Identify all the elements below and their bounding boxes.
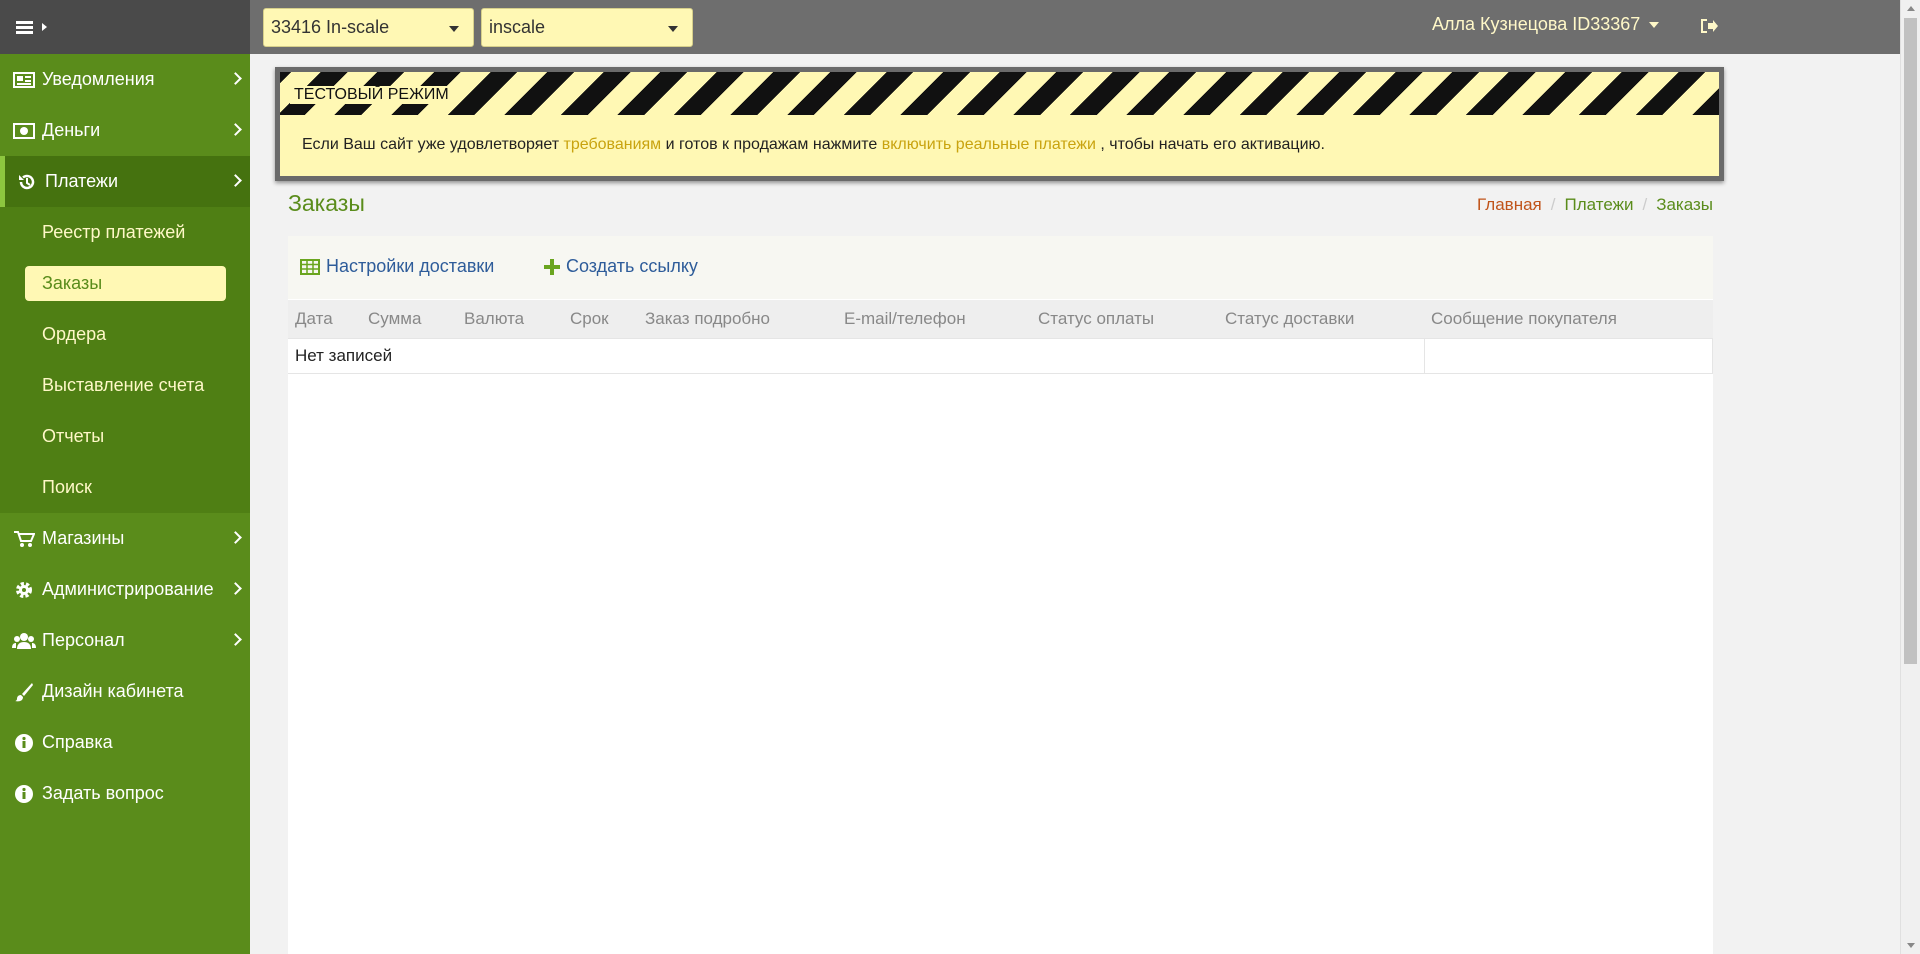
history-icon	[15, 172, 39, 192]
plus-icon	[544, 258, 560, 275]
chevron-right-icon	[229, 531, 242, 544]
sidebar-item-label: Магазины	[42, 528, 125, 548]
cart-icon	[12, 529, 36, 549]
sidebar-item-help[interactable]: Справка	[0, 717, 250, 768]
sidebar: Уведомления Деньги Платежи Реестр платеж…	[0, 54, 250, 954]
banner-text: , чтобы начать его активацию.	[1095, 136, 1325, 153]
breadcrumb-separator: /	[1550, 195, 1556, 214]
submenu-item-search[interactable]: Поиск	[0, 462, 250, 513]
column-header-amount[interactable]: Сумма	[361, 300, 457, 338]
info-icon	[12, 784, 36, 804]
column-header-date[interactable]: Дата	[288, 300, 361, 338]
test-mode-banner: ТЕСТОВЫЙ РЕЖИМ Если Ваш сайт уже удовлет…	[275, 67, 1724, 181]
breadcrumb: Главная / Платежи / Заказы	[1477, 195, 1713, 215]
delivery-settings-button[interactable]: Настройки доставки	[300, 256, 494, 277]
create-link-button[interactable]: Создать ссылку	[544, 256, 698, 277]
chevron-right-icon	[229, 72, 242, 85]
submenu-item-invoicing[interactable]: Выставление счета	[0, 360, 250, 411]
brush-icon	[12, 682, 36, 702]
payments-submenu: Реестр платежей Заказы Ордера Выставлени…	[0, 207, 250, 513]
chevron-right-icon	[229, 633, 242, 646]
scroll-up-icon[interactable]	[1907, 6, 1915, 11]
chevron-right-icon	[229, 123, 242, 136]
chevron-down-icon	[449, 26, 459, 32]
requirements-link[interactable]: требованиям	[564, 136, 662, 153]
logout-icon[interactable]	[1700, 18, 1718, 34]
create-link-label: Создать ссылку	[566, 256, 698, 276]
sidebar-item-money[interactable]: Деньги	[0, 105, 250, 156]
sidebar-item-label: Платежи	[45, 171, 119, 191]
scrollbar-thumb[interactable]	[1904, 18, 1917, 664]
submenu-item-warrants[interactable]: Ордера	[0, 309, 250, 360]
table-header-row: Дата Сумма Валюта Срок Заказ подробно E-…	[288, 300, 1713, 338]
sidebar-item-notifications[interactable]: Уведомления	[0, 54, 250, 105]
scroll-down-icon[interactable]	[1907, 943, 1915, 948]
submenu-item-reports[interactable]: Отчеты	[0, 411, 250, 462]
money-icon	[12, 121, 36, 141]
column-header-order-details[interactable]: Заказ подробно	[638, 300, 837, 338]
chevron-right-icon	[229, 174, 242, 187]
sidebar-item-payments[interactable]: Платежи	[0, 156, 250, 207]
chevron-down-icon	[668, 26, 678, 32]
column-header-currency[interactable]: Валюта	[457, 300, 563, 338]
sidebar-item-staff[interactable]: Персонал	[0, 615, 250, 666]
hamburger-icon	[16, 20, 33, 34]
empty-table-message: Нет записей	[288, 337, 1424, 374]
table-row: Нет записей	[288, 337, 1713, 374]
page-title: Заказы	[288, 190, 365, 216]
column-header-term[interactable]: Срок	[563, 300, 638, 338]
sidebar-item-label: Задать вопрос	[42, 783, 164, 803]
sidebar-item-label: Администрирование	[42, 579, 214, 599]
submenu-item-orders[interactable]: Заказы	[25, 266, 226, 301]
shop-select-value: inscale	[489, 17, 546, 37]
menu-toggle-button[interactable]	[0, 0, 250, 54]
breadcrumb-separator: /	[1642, 195, 1648, 214]
test-mode-label: ТЕСТОВЫЙ РЕЖИМ	[290, 86, 453, 104]
shop-select[interactable]: inscale	[481, 8, 693, 47]
table-icon	[300, 258, 320, 275]
enable-real-payments-link[interactable]: включить реальные платежи	[882, 136, 1096, 153]
toolbar: Настройки доставки Создать ссылку	[288, 236, 1713, 299]
sidebar-item-label: Персонал	[42, 630, 125, 650]
table-cell	[1423, 337, 1713, 374]
sidebar-item-label: Дизайн кабинета	[42, 681, 184, 701]
chevron-right-icon	[229, 582, 242, 595]
user-name: Алла Кузнецова ID33367	[1432, 14, 1641, 34]
sidebar-item-label: Справка	[42, 732, 113, 752]
delivery-settings-label: Настройки доставки	[326, 256, 495, 276]
company-select-value: 33416 In-scale	[271, 17, 390, 37]
column-header-delivery-status[interactable]: Статус доставки	[1218, 300, 1424, 338]
company-select[interactable]: 33416 In-scale	[263, 8, 474, 47]
newspaper-icon	[12, 70, 36, 90]
orders-panel: Настройки доставки Создать ссылку Дата С…	[288, 236, 1713, 954]
sidebar-item-ask-question[interactable]: Задать вопрос	[0, 768, 250, 819]
caret-right-icon	[42, 23, 47, 31]
top-bar: 33416 In-scale inscale Алла Кузнецова ID…	[0, 0, 1900, 54]
breadcrumb-payments[interactable]: Платежи	[1565, 195, 1634, 215]
column-header-buyer-message[interactable]: Сообщение покупателя	[1424, 300, 1713, 338]
breadcrumb-current: Заказы	[1656, 195, 1713, 214]
page-scrollbar[interactable]	[1900, 0, 1920, 954]
users-icon	[12, 631, 36, 651]
sidebar-item-label: Уведомления	[42, 69, 155, 89]
info-icon	[12, 733, 36, 753]
gear-icon	[12, 580, 36, 600]
sidebar-item-design[interactable]: Дизайн кабинета	[0, 666, 250, 717]
breadcrumb-home[interactable]: Главная	[1477, 195, 1542, 215]
sidebar-item-shops[interactable]: Магазины	[0, 513, 250, 564]
banner-text: и готов к продажам нажмите	[661, 136, 882, 153]
sidebar-item-administration[interactable]: Администрирование	[0, 564, 250, 615]
chevron-down-icon	[1649, 21, 1660, 28]
column-header-email-phone[interactable]: E-mail/телефон	[837, 300, 1031, 338]
submenu-item-payments-registry[interactable]: Реестр платежей	[0, 207, 250, 258]
sidebar-item-label: Деньги	[42, 120, 101, 140]
orders-table: Дата Сумма Валюта Срок Заказ подробно E-…	[288, 300, 1713, 374]
banner-message: Если Ваш сайт уже удовлетворяет требован…	[302, 136, 1325, 154]
user-menu[interactable]: Алла Кузнецова ID33367	[1432, 14, 1660, 35]
banner-text: Если Ваш сайт уже удовлетворяет	[302, 136, 564, 153]
column-header-payment-status[interactable]: Статус оплаты	[1031, 300, 1218, 338]
warning-stripes	[280, 72, 1719, 115]
